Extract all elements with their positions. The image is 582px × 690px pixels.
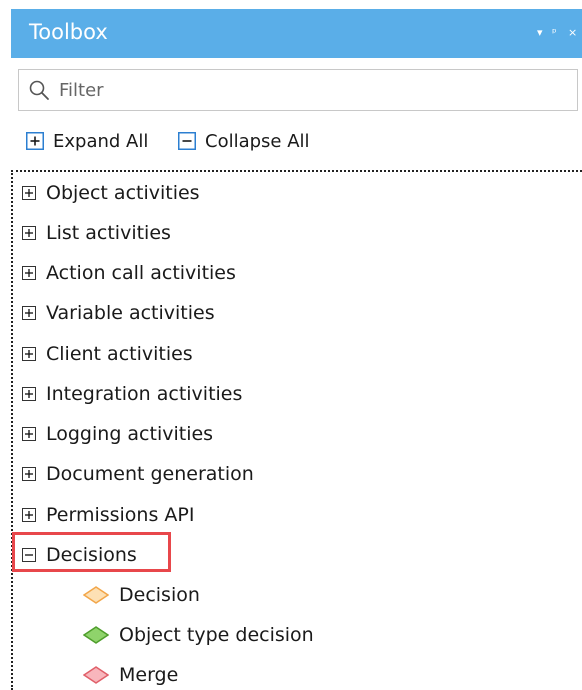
expand-plus-icon[interactable] — [22, 266, 36, 280]
tree-category-label: Integration activities — [46, 383, 243, 405]
tree-item-decision[interactable]: Decision — [83, 578, 200, 612]
tree-item-label: Decision — [119, 584, 200, 606]
tree-category-document-generation[interactable]: Document generation — [13, 457, 254, 491]
toolbox-tree: Object activities List activities Action… — [11, 170, 582, 690]
tree-category-integration-activities[interactable]: Integration activities — [13, 377, 242, 411]
tree-category-label: Action call activities — [46, 262, 236, 284]
tree-category-label: Variable activities — [46, 302, 215, 324]
pin-button[interactable]: ᵖ — [552, 26, 557, 40]
orange-diamond-icon — [83, 586, 109, 604]
tree-category-client-activities[interactable]: Client activities — [13, 337, 193, 371]
tree-category-action-call-activities[interactable]: Action call activities — [13, 256, 236, 290]
tree-item-object-type-decision[interactable]: Object type decision — [83, 618, 314, 652]
expand-plus-icon[interactable] — [22, 387, 36, 401]
expand-plus-icon[interactable] — [22, 427, 36, 441]
collapse-all-icon — [178, 132, 196, 150]
collapse-all-label: Collapse All — [205, 130, 310, 152]
tree-category-variable-activities[interactable]: Variable activities — [13, 296, 215, 330]
tree-category-object-activities[interactable]: Object activities — [13, 176, 200, 210]
pink-diamond-icon — [83, 666, 109, 684]
tree-item-label: Object type decision — [119, 624, 314, 646]
expand-all-label: Expand All — [53, 130, 149, 152]
expand-plus-icon[interactable] — [22, 347, 36, 361]
tree-category-label: Document generation — [46, 463, 254, 485]
tree-category-label: Permissions API — [46, 504, 195, 526]
tree-category-label: Object activities — [46, 182, 200, 204]
expand-plus-icon[interactable] — [22, 226, 36, 240]
tree-item-merge[interactable]: Merge — [83, 658, 178, 690]
toolbox-title: Toolbox — [29, 20, 108, 44]
filter-input[interactable] — [59, 70, 559, 110]
tree-category-permissions-api[interactable]: Permissions API — [13, 498, 194, 532]
expand-plus-icon[interactable] — [22, 508, 36, 522]
tree-category-label: Client activities — [46, 343, 193, 365]
toolbox-header: Toolbox ▾ ᵖ × — [11, 9, 582, 58]
search-icon — [29, 80, 49, 100]
dropdown-arrow-button[interactable]: ▾ — [537, 26, 543, 40]
toolbox-panel: Toolbox ▾ ᵖ × Expand All Collapse All — [0, 0, 582, 690]
collapse-minus-icon[interactable] — [22, 548, 36, 562]
green-diamond-icon — [83, 626, 109, 644]
tree-category-logging-activities[interactable]: Logging activities — [13, 417, 213, 451]
expand-all-button[interactable]: Expand All — [26, 126, 148, 156]
filter-box — [18, 69, 578, 111]
tree-category-label: Logging activities — [46, 423, 214, 445]
tree-item-label: Merge — [119, 664, 179, 686]
expand-plus-icon[interactable] — [22, 306, 36, 320]
collapse-all-button[interactable]: Collapse All — [178, 126, 310, 156]
close-button[interactable]: × — [568, 26, 577, 40]
tree-category-label: List activities — [46, 222, 171, 244]
tree-category-label: Decisions — [46, 544, 137, 566]
expand-plus-icon[interactable] — [22, 467, 36, 481]
expand-plus-icon[interactable] — [22, 186, 36, 200]
tree-category-decisions[interactable]: Decisions — [13, 538, 137, 572]
expand-all-icon — [26, 132, 44, 150]
tree-category-list-activities[interactable]: List activities — [13, 216, 171, 250]
